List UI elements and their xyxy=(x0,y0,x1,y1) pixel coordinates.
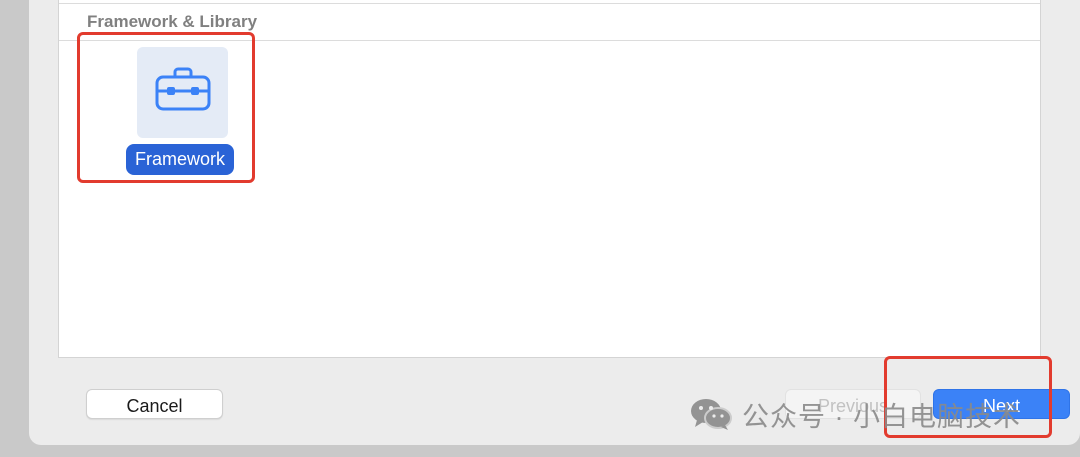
wechat-icon xyxy=(691,399,732,430)
cancel-button[interactable]: Cancel xyxy=(86,389,223,419)
highlight-framework-selection xyxy=(77,32,255,183)
section-title: Framework & Library xyxy=(87,12,258,31)
watermark-text: 公众号 · 小白电脑技术 xyxy=(742,401,1021,432)
watermark: 公众号 · 小白电脑技术 xyxy=(690,394,1021,434)
